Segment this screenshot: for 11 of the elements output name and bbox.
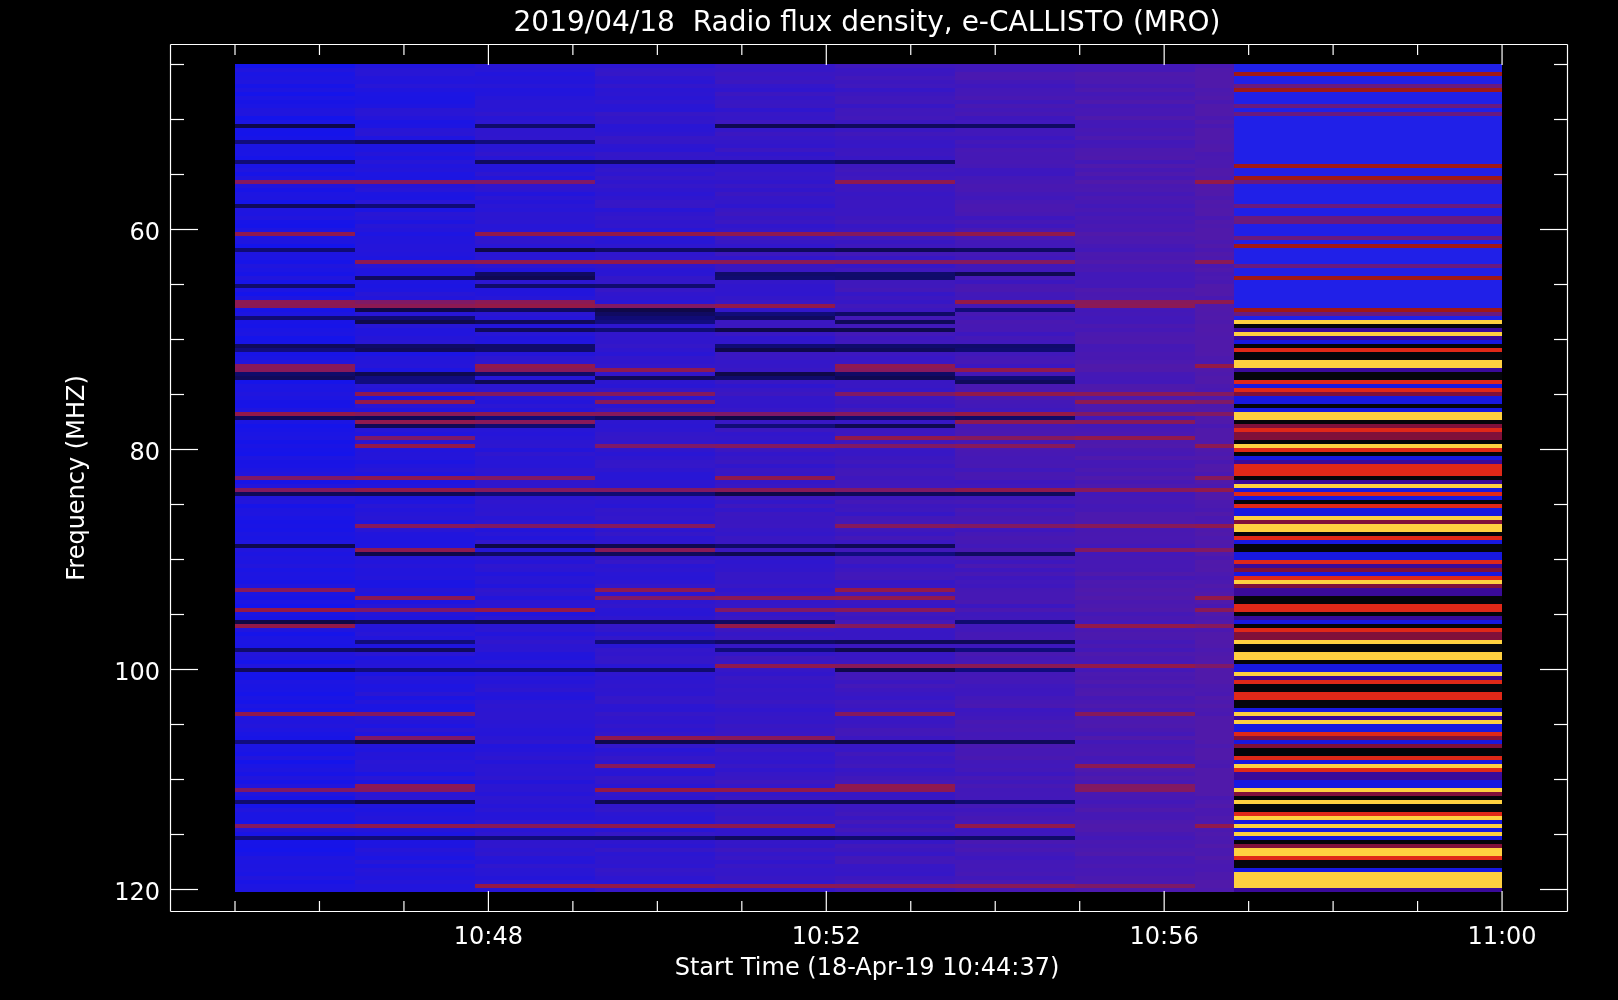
- y-axis-label: Frequency (MHZ): [62, 375, 90, 581]
- x-tick-label: 10:52: [791, 922, 861, 950]
- chart-title: 2019/04/18 Radio flux density, e-CALLISTO (MRO): [513, 5, 1221, 38]
- y-tick-label: 80: [129, 437, 160, 466]
- x-tick-label: 11:00: [1467, 922, 1537, 950]
- x-tick-label: 10:48: [453, 922, 523, 950]
- y-tick-label: 100: [114, 657, 160, 686]
- x-tick-label: 10:56: [1129, 922, 1199, 950]
- y-tick-label: 120: [114, 877, 160, 906]
- y-tick-label: 60: [129, 217, 160, 246]
- x-axis-label: Start Time (18-Apr-19 10:44:37): [674, 953, 1060, 981]
